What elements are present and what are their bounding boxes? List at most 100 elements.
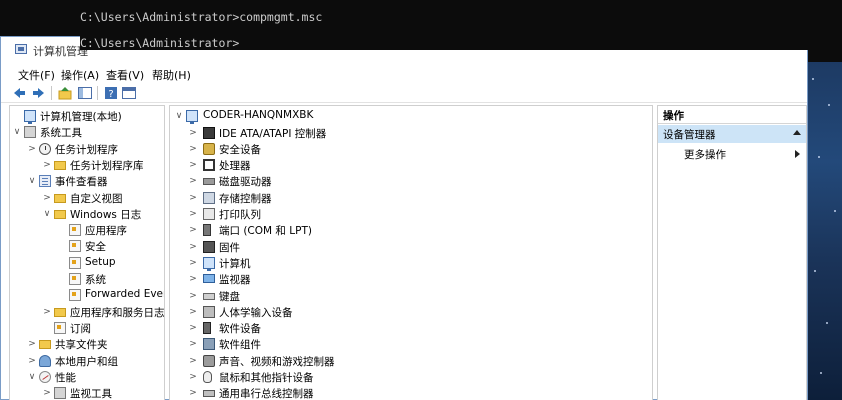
expand-chevron-icon[interactable]: > [188, 143, 198, 155]
device-category-label: 鼠标和其他指针设备 [219, 372, 314, 384]
device-category-label: IDE ATA/ATAPI 控制器 [219, 127, 327, 140]
menu-file[interactable]: 文件(F) [15, 66, 58, 84]
expand-chevron-icon[interactable]: > [42, 192, 52, 204]
log-icon [69, 256, 81, 269]
expand-chevron-icon[interactable]: > [188, 273, 198, 285]
expand-chevron-icon[interactable]: > [42, 159, 52, 171]
nav-tree-item-label: 本地用户和组 [55, 355, 118, 368]
nav-tree-item-label: 安全 [85, 241, 106, 254]
console-line-2: C:\Users\Administrator> [80, 36, 808, 50]
actions-pane: 操作 设备管理器 更多操作 [657, 105, 807, 400]
expand-chevron-icon[interactable]: > [188, 127, 198, 139]
collapse-up-icon[interactable] [793, 130, 801, 135]
collapse-chevron-icon[interactable]: ∨ [174, 110, 184, 122]
expand-chevron-icon[interactable]: > [188, 355, 198, 367]
device-category-label: 磁盘驱动器 [219, 176, 272, 189]
event-viewer-icon [39, 175, 51, 188]
expand-chevron-icon[interactable]: > [188, 241, 198, 253]
expand-chevron-icon[interactable]: > [188, 192, 198, 204]
collapse-chevron-icon[interactable]: ∨ [27, 371, 37, 383]
computer-icon [203, 256, 215, 271]
expand-chevron-icon[interactable]: > [188, 159, 198, 171]
expand-chevron-icon[interactable]: > [188, 371, 198, 383]
nav-tree-item-label: 订阅 [70, 322, 91, 335]
up-icon[interactable] [57, 85, 73, 101]
expand-chevron-icon[interactable]: > [188, 338, 198, 350]
shared-folder-icon [39, 340, 51, 350]
printer-icon [203, 208, 215, 220]
device-root-label: CODER-HANQNMXBK [203, 109, 314, 121]
tools-icon [24, 126, 36, 139]
clock-icon [39, 142, 51, 155]
nav-tree-item-label: 计算机管理(本地) [40, 111, 122, 123]
nav-tree-item-label: 应用程序和服务日志 [70, 306, 165, 319]
more-actions-item[interactable]: 更多操作 [658, 145, 806, 163]
collapse-chevron-icon[interactable]: ∨ [42, 208, 52, 220]
screen: C:\Users\Administrator>compmgmt.msc 计算机管… [0, 0, 842, 400]
device-category-label: 存储控制器 [219, 192, 272, 205]
expand-chevron-icon[interactable]: > [188, 290, 198, 302]
nav-tree-item-label: 监视工具 [70, 388, 112, 400]
actions-header: 操作 [658, 106, 806, 124]
device-category-label: 打印队列 [219, 209, 261, 221]
device-category-label: 安全设备 [219, 143, 261, 156]
expand-chevron-icon[interactable]: > [188, 224, 198, 236]
expand-chevron-icon[interactable]: > [42, 306, 52, 318]
nav-tree-item-label: 自定义视图 [70, 192, 123, 205]
navigation-tree-pane[interactable]: 计算机管理(本地) ∨ 系统工具 > 任务计划程序 > 任务计划程序库 ∨ 事件查看器 > 自定义视… [9, 105, 165, 400]
hid-icon [203, 305, 215, 318]
port-icon [203, 224, 211, 237]
log-icon [69, 289, 81, 302]
expand-chevron-icon[interactable]: > [188, 175, 198, 187]
collapse-chevron-icon[interactable]: ∨ [27, 175, 37, 187]
computer-icon [24, 110, 36, 124]
svg-text:?: ? [108, 89, 113, 100]
expand-chevron-icon[interactable]: > [188, 387, 198, 399]
keyboard-icon [203, 292, 215, 300]
folder-icon [54, 307, 66, 317]
software-device-icon [203, 322, 211, 335]
device-category-label: 人体学输入设备 [219, 306, 293, 319]
folder-icon [54, 209, 66, 219]
expand-chevron-icon[interactable]: > [27, 338, 37, 350]
computer-icon [186, 110, 198, 124]
show-hide-tree-icon[interactable] [77, 85, 93, 101]
nav-tree-item-label: Forwarded Events [85, 288, 164, 301]
expand-chevron-icon[interactable]: > [42, 387, 52, 399]
submenu-arrow-icon [795, 150, 800, 158]
expand-chevron-icon[interactable]: > [188, 306, 198, 318]
expand-chevron-icon[interactable]: > [27, 143, 37, 155]
ide-controller-icon [203, 126, 215, 139]
actions-section-device-manager[interactable]: 设备管理器 [658, 125, 806, 143]
software-component-icon [203, 338, 215, 351]
title-bar[interactable]: 计算机管理 [1, 37, 88, 63]
expand-chevron-icon[interactable]: > [188, 208, 198, 220]
expand-chevron-icon[interactable]: > [27, 355, 37, 367]
expand-chevron-icon[interactable]: > [188, 257, 198, 269]
storage-controller-icon [203, 191, 215, 204]
toolbar: ? [1, 83, 807, 103]
menu-bar: 文件(F) 操作(A) 查看(V) 帮助(H) [1, 65, 807, 83]
nav-tree-item-label: 性能 [55, 371, 76, 384]
menu-view[interactable]: 查看(V) [103, 66, 147, 84]
help-icon[interactable]: ? [103, 85, 119, 101]
security-device-icon [203, 142, 215, 155]
computer-management-icon [15, 44, 27, 54]
mouse-icon [203, 371, 212, 383]
device-category-label: 计算机 [219, 257, 251, 270]
forward-icon[interactable] [31, 85, 47, 101]
back-icon[interactable] [11, 85, 27, 101]
nav-tree-item-label: 任务计划程序 [55, 143, 118, 156]
device-manager-pane[interactable]: ∨ CODER-HANQNMXBK > IDE ATA/ATAPI 控制器 > 安全设… [169, 105, 653, 400]
menu-action[interactable]: 操作(A) [58, 66, 102, 84]
device-category-label: 软件设备 [219, 323, 261, 336]
device-category-label: 键盘 [219, 290, 240, 303]
menu-help[interactable]: 帮助(H) [149, 66, 194, 84]
computer-management-window: 计算机管理 文件(F) 操作(A) 查看(V) 帮助(H) ? 计算机管理(本地… [0, 36, 808, 400]
console-line-1: C:\Users\Administrator>compmgmt.msc [80, 10, 323, 24]
expand-chevron-icon[interactable]: > [188, 322, 198, 334]
collapse-chevron-icon[interactable]: ∨ [12, 126, 22, 138]
actions-section-label: 设备管理器 [663, 129, 716, 141]
properties-icon[interactable] [121, 85, 137, 101]
